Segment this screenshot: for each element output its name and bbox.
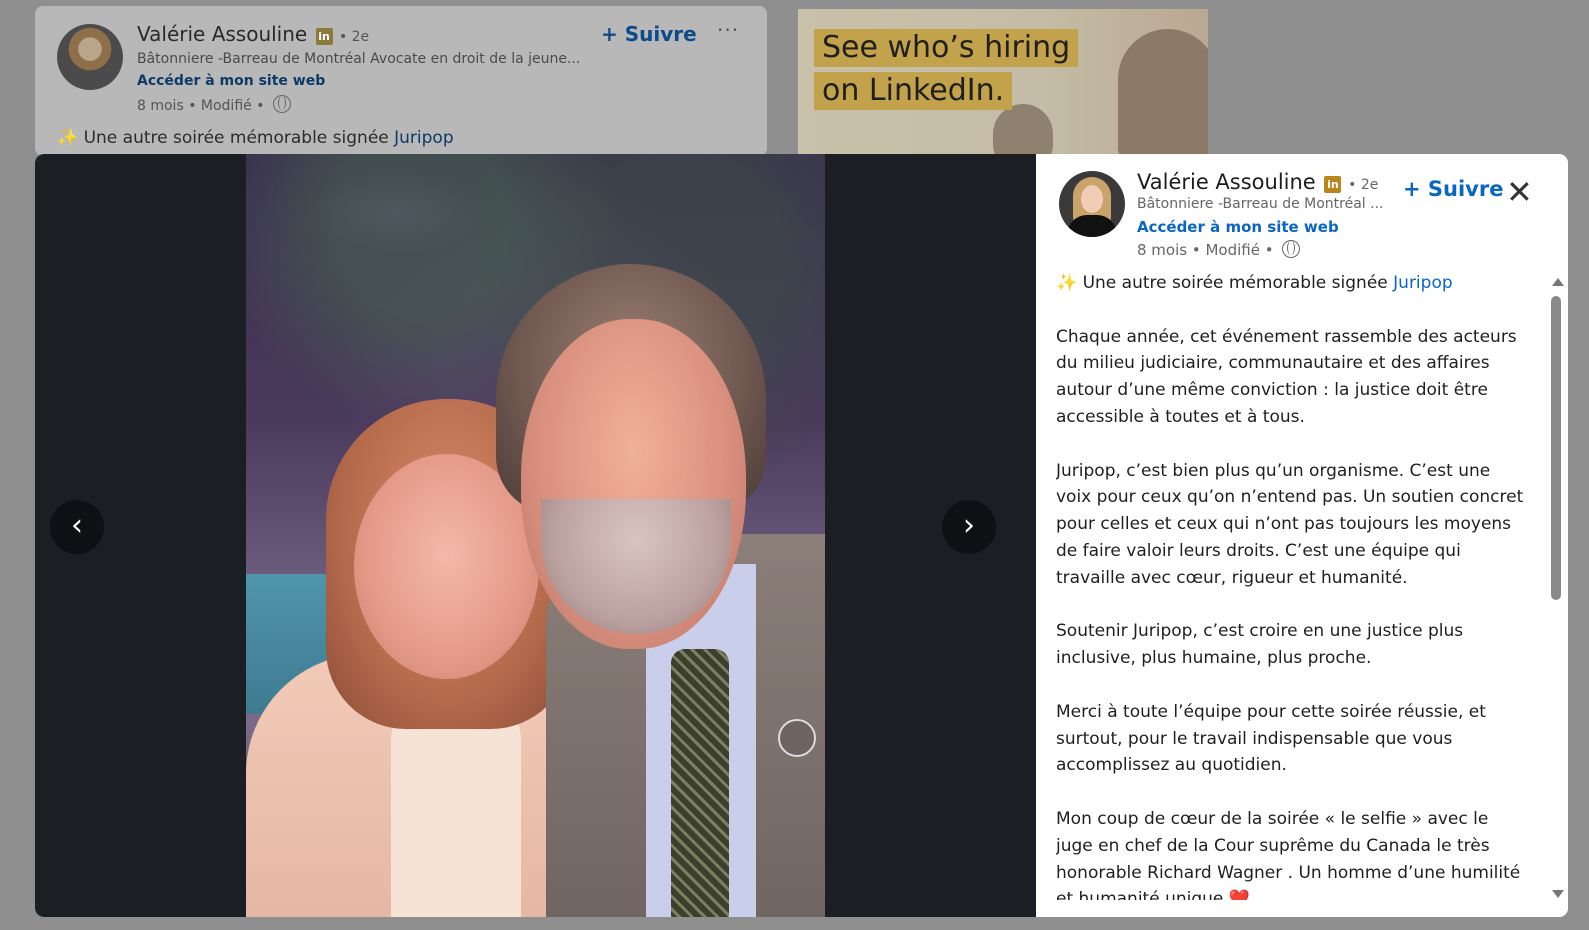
post-paragraph: Mon coup de cœur de la soirée « le selfi…	[1056, 808, 1521, 900]
post-paragraph: Chaque année, cet événement rassemble de…	[1056, 326, 1517, 427]
post-intro: ✨ Une autre soirée mémorable signée Juri…	[1056, 270, 1526, 297]
photo-person-shirt	[391, 699, 521, 917]
post-intro-text: Une autre soirée mémorable signée	[1077, 273, 1394, 293]
linkedin-badge-icon: in	[315, 28, 333, 45]
juripop-link[interactable]: Juripop	[394, 128, 453, 148]
post-meta: 8 mois • Modifié •	[1137, 240, 1301, 259]
post-text-prefix: ✨ Une autre soirée mémorable signée	[57, 128, 395, 148]
ad-photo-person	[993, 104, 1053, 157]
author-name[interactable]: Valérie Assouline	[1137, 170, 1316, 194]
juripop-link[interactable]: Juripop	[1393, 273, 1452, 293]
connection-degree: • 2e	[338, 29, 370, 45]
post-text-preview: ✨ Une autre soirée mémorable signée Juri…	[57, 128, 454, 148]
scroll-down-arrow-icon[interactable]	[1552, 890, 1564, 898]
post-paragraph: Merci à toute l’équipe pour cette soirée…	[1056, 701, 1486, 776]
author-avatar[interactable]	[57, 24, 123, 90]
globe-icon	[1282, 240, 1301, 258]
author-name[interactable]: Valérie Assouline	[137, 22, 307, 46]
website-link[interactable]: Accéder à mon site web	[1137, 218, 1339, 236]
avatar-face	[1081, 185, 1103, 213]
globe-icon	[272, 95, 291, 113]
previous-image-button[interactable]: ‹	[50, 500, 104, 554]
hiring-ad[interactable]: See who’s hiring on LinkedIn.	[798, 9, 1208, 157]
scroll-up-arrow-icon[interactable]	[1552, 278, 1564, 286]
ad-photo-person	[1118, 29, 1208, 157]
chevron-right-icon: ›	[963, 508, 975, 543]
next-image-button[interactable]: ›	[942, 500, 996, 554]
website-link[interactable]: Accéder à mon site web	[137, 73, 325, 89]
post-detail-panel: Valérie Assouline in • 2e Bâtonniere -Ba…	[1036, 154, 1568, 917]
linkedin-badge-icon: in	[1324, 176, 1342, 193]
post-meta-text: 8 mois • Modifié •	[1137, 241, 1274, 259]
image-viewer: ‹ ›	[35, 154, 1036, 917]
sparkles-icon: ✨	[1056, 273, 1078, 293]
post-paragraph: Juripop, c’est bien plus qu’un organisme…	[1056, 460, 1524, 588]
follow-button[interactable]: + Suivre	[1403, 177, 1503, 201]
image-viewer-modal: ‹ › Valérie Assouline in • 2e Bâtonniere…	[35, 154, 1568, 917]
connection-degree: • 2e	[1348, 177, 1379, 193]
background-feed-post: Valérie Assouline in • 2e Bâtonniere -Ba…	[35, 6, 767, 156]
ad-headline-line1: See who’s hiring	[814, 29, 1079, 67]
follow-button[interactable]: + Suivre	[601, 22, 697, 46]
author-name-row[interactable]: Valérie Assouline in • 2e	[137, 22, 369, 46]
scrollbar-thumb[interactable]	[1551, 296, 1561, 600]
author-avatar[interactable]	[1059, 171, 1125, 237]
photo-person-tie	[671, 649, 729, 917]
scrollbar[interactable]	[1550, 278, 1564, 898]
post-body: ✨ Une autre soirée mémorable signée Juri…	[1056, 270, 1526, 900]
close-icon[interactable]: ✕	[1506, 174, 1533, 210]
more-icon[interactable]: ···	[717, 18, 739, 42]
ad-headline-line2: on LinkedIn.	[814, 72, 1013, 110]
author-headline: Bâtonniere -Barreau de Montréal Avocate …	[137, 51, 581, 67]
chevron-left-icon: ‹	[71, 508, 83, 543]
lapel-pin	[778, 719, 816, 757]
post-photo	[246, 154, 825, 917]
post-meta: 8 mois • Modifié •	[137, 95, 291, 114]
post-meta-text: 8 mois • Modifié •	[137, 98, 265, 114]
author-name-row[interactable]: Valérie Assouline in • 2e	[1137, 170, 1378, 194]
author-headline: Bâtonniere -Barreau de Montréal ...	[1137, 196, 1384, 212]
post-paragraph: Soutenir Juripop, c’est croire en une ju…	[1056, 621, 1464, 669]
